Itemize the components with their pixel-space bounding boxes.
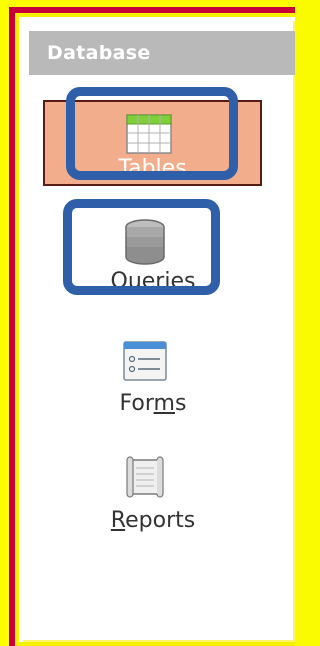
highlight-box-queries (63, 199, 220, 295)
sidebar-item-label: Reports (110, 508, 196, 533)
highlight-box-tables (66, 87, 238, 180)
database-panel: Database Tables Queries Forms Reports (15, 13, 295, 646)
sidebar-item-label: Forms (119, 391, 187, 416)
sidebar-item-reports[interactable]: Reports (63, 446, 243, 541)
panel-header: Database (29, 31, 295, 75)
sidebar-item-forms[interactable]: Forms (63, 331, 243, 421)
form-icon (123, 341, 167, 381)
panel-inner: Database Tables Queries Forms Reports (23, 21, 295, 642)
report-icon (126, 456, 164, 498)
window-background: Database Tables Queries Forms Reports (0, 0, 295, 646)
